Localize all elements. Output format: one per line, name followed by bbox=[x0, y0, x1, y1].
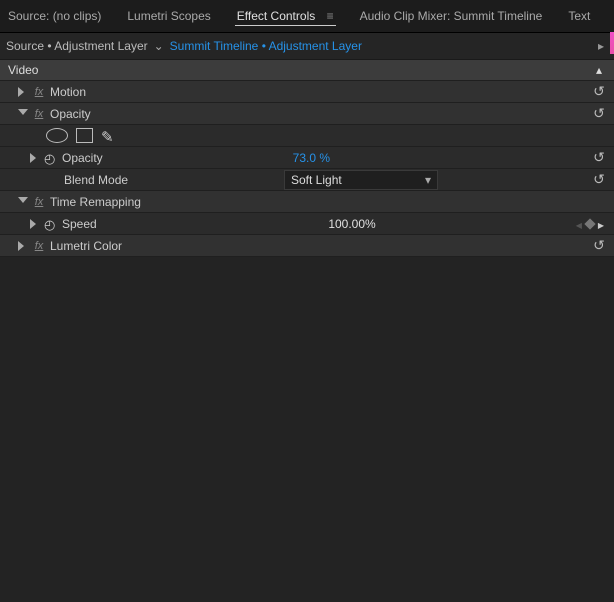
tab-audio-clip-mixer[interactable]: Audio Clip Mixer: Summit Timeline bbox=[358, 7, 545, 25]
source-master-label: Source • Adjustment Layer bbox=[6, 39, 148, 53]
opacity-prop-label: Opacity bbox=[62, 151, 103, 165]
collapse-video-icon[interactable] bbox=[592, 63, 606, 77]
reset-icon[interactable] bbox=[590, 84, 608, 100]
blend-mode-select[interactable]: Soft Light bbox=[284, 170, 438, 190]
panel-tab-bar: Source: (no clips) Lumetri Scopes Effect… bbox=[0, 0, 614, 33]
twirl-icon[interactable] bbox=[16, 240, 28, 252]
video-group-header[interactable]: Video bbox=[0, 60, 614, 81]
effect-lumetri-color-row[interactable]: fx Lumetri Color bbox=[0, 235, 614, 257]
effect-motion-row[interactable]: fx Motion bbox=[0, 81, 614, 103]
reset-icon[interactable] bbox=[590, 106, 608, 122]
reset-icon[interactable] bbox=[590, 172, 608, 188]
mask-ellipse-icon[interactable] bbox=[46, 128, 68, 143]
keyframe-nav bbox=[576, 217, 608, 231]
time-remapping-label: Time Remapping bbox=[50, 195, 141, 209]
motion-label: Motion bbox=[50, 85, 86, 99]
tab-effect-controls-label: Effect Controls bbox=[237, 9, 315, 23]
source-header: Source • Adjustment Layer ⌄ Summit Timel… bbox=[0, 33, 614, 60]
chevron-down-icon[interactable]: ⌄ bbox=[154, 39, 164, 53]
stopwatch-icon[interactable] bbox=[44, 217, 58, 231]
effect-opacity-row[interactable]: fx Opacity bbox=[0, 103, 614, 125]
fx-badge-icon[interactable]: fx bbox=[32, 240, 46, 252]
speed-value[interactable]: 100.00% bbox=[328, 217, 375, 231]
effect-time-remapping-row[interactable]: fx Time Remapping bbox=[0, 191, 614, 213]
chevron-down-icon bbox=[425, 173, 431, 187]
keyframe-prev-icon[interactable] bbox=[576, 217, 582, 231]
speed-label: Speed bbox=[62, 217, 97, 231]
twirl-icon[interactable] bbox=[28, 218, 40, 230]
tab-text[interactable]: Text bbox=[566, 7, 592, 25]
video-group-label: Video bbox=[8, 63, 38, 77]
timeline-expand-icon[interactable] bbox=[594, 39, 608, 53]
lumetri-color-label: Lumetri Color bbox=[50, 239, 122, 253]
tab-lumetri-scopes[interactable]: Lumetri Scopes bbox=[125, 7, 212, 25]
fx-badge-icon[interactable]: fx bbox=[32, 108, 46, 120]
mask-pen-icon[interactable] bbox=[101, 128, 117, 144]
mask-rect-icon[interactable] bbox=[76, 128, 93, 143]
tab-source[interactable]: Source: (no clips) bbox=[6, 7, 103, 25]
keyframe-next-icon[interactable] bbox=[598, 217, 604, 231]
blend-mode-row: Blend Mode Soft Light bbox=[0, 169, 614, 191]
opacity-label: Opacity bbox=[50, 107, 91, 121]
keyframe-add-icon[interactable] bbox=[584, 218, 595, 229]
source-timeline-label[interactable]: Summit Timeline • Adjustment Layer bbox=[170, 39, 362, 53]
right-edge-marker bbox=[610, 32, 614, 54]
fx-badge-icon[interactable]: fx bbox=[32, 196, 46, 208]
twirl-icon[interactable] bbox=[16, 196, 28, 208]
twirl-icon[interactable] bbox=[16, 108, 28, 120]
blend-mode-value: Soft Light bbox=[291, 173, 342, 187]
blend-mode-label: Blend Mode bbox=[64, 173, 128, 187]
opacity-value[interactable]: 73.0 % bbox=[293, 151, 330, 165]
effect-controls-body: Video fx Motion fx Opacity bbox=[0, 60, 614, 602]
twirl-icon[interactable] bbox=[28, 152, 40, 164]
opacity-mask-tools-row bbox=[0, 125, 614, 147]
twirl-icon[interactable] bbox=[16, 86, 28, 98]
speed-row: Speed 100.00% bbox=[0, 213, 614, 235]
reset-icon[interactable] bbox=[590, 150, 608, 166]
panel-menu-icon[interactable] bbox=[327, 9, 334, 23]
opacity-value-row: Opacity 73.0 % bbox=[0, 147, 614, 169]
fx-badge-icon[interactable]: fx bbox=[32, 86, 46, 98]
tab-effect-controls[interactable]: Effect Controls bbox=[235, 7, 336, 26]
stopwatch-icon[interactable] bbox=[44, 151, 58, 165]
reset-icon[interactable] bbox=[590, 238, 608, 254]
